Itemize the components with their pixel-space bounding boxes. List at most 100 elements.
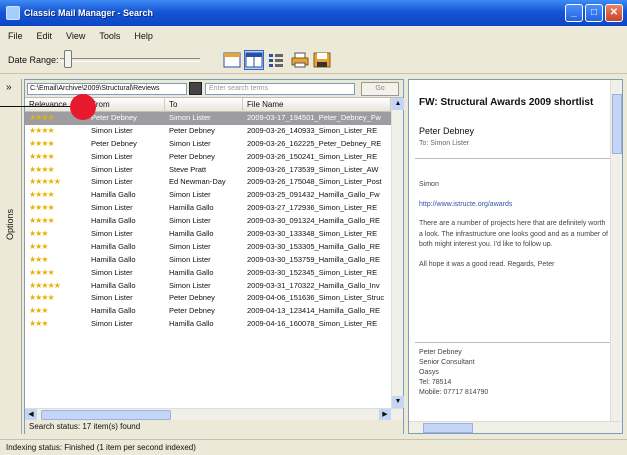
menu-help[interactable]: Help — [134, 31, 153, 41]
file-name-cell: 2009-03-25_091432_Hamilla_Gallo_Fw — [247, 190, 380, 200]
from-cell: Hamilla Gallo — [91, 306, 136, 316]
save-icon[interactable] — [312, 50, 332, 70]
relevance-stars-icon: ★★★★★ — [29, 280, 61, 290]
col-from[interactable]: From — [87, 98, 165, 112]
col-file-name[interactable]: File Name — [243, 98, 391, 112]
table-row[interactable]: ★★★★★ Simon Lister Ed Newman-Day 2009-03-26… — [25, 176, 391, 189]
from-cell: Simon Lister — [91, 229, 133, 239]
relevance-stars-icon: ★★★★★ — [29, 293, 55, 303]
relevance-stars-icon: ★★★★★ — [29, 203, 55, 213]
table-row[interactable]: ★★★★★ Hamilla Gallo Simon Lister 2009-03-31… — [25, 280, 391, 293]
menu-view[interactable]: View — [66, 31, 85, 41]
to-cell: Peter Debney — [169, 125, 215, 135]
table-row[interactable]: ★★★★★ Hamilla Gallo Simon Lister 2009-03-30… — [25, 241, 391, 254]
options-sidebar[interactable]: » Options — [0, 79, 22, 434]
print-icon[interactable] — [290, 50, 310, 70]
table-row[interactable]: ★★★★★ Simon Lister Peter Debney 2009-04-06_… — [25, 292, 391, 305]
table-row[interactable]: ★★★★★ Hamilla Gallo Simon Lister 2009-03-25… — [25, 189, 391, 202]
columns-icon[interactable] — [266, 50, 286, 70]
preview-from: Peter Debney — [419, 126, 475, 136]
table-row[interactable]: ★★★★★ Simon Lister Steve Pratt 2009-03-26_1… — [25, 164, 391, 177]
col-to[interactable]: To — [165, 98, 243, 112]
table-row[interactable]: ★★★★★ Simon Lister Hamilla Gallo 2009-03-30… — [25, 228, 391, 241]
to-cell: Hamilla Gallo — [169, 203, 214, 213]
layout-two-icon[interactable] — [244, 50, 264, 70]
file-name-cell: 2009-03-17_194501_Peter_Debney_Fw — [247, 113, 381, 122]
title-bar: Classic Mail Manager - Search _ □ ✕ — [0, 0, 627, 26]
horizontal-scroll-thumb[interactable] — [41, 410, 171, 420]
menu-tools[interactable]: Tools — [99, 31, 120, 41]
file-name-cell: 2009-04-13_123414_Hamilla_Gallo_RE — [247, 306, 381, 316]
to-cell: Simon Lister — [169, 280, 211, 290]
table-row[interactable]: ★★★★★ Hamilla Gallo Simon Lister 2009-03-30… — [25, 254, 391, 267]
expand-chevron-icon[interactable]: » — [6, 82, 12, 93]
table-row[interactable]: ★★★★★ Simon Lister Hamilla Gallo 2009-03-30… — [25, 267, 391, 280]
body-signoff: All hope it was a good read. Regards, Pe… — [419, 260, 555, 268]
to-cell: Hamilla Gallo — [169, 229, 214, 239]
scroll-down-icon[interactable]: ▼ — [392, 396, 404, 408]
to-cell: Simon Lister — [169, 138, 211, 148]
relevance-stars-icon: ★★★★★ — [29, 319, 49, 329]
file-name-cell: 2009-03-30_091324_Hamilla_Gallo_RE — [247, 216, 381, 226]
table-row[interactable]: ★★★★★ Simon Lister Peter Debney 2009-03-26_… — [25, 151, 391, 164]
menu-file[interactable]: File — [8, 31, 23, 41]
table-row[interactable]: ★★★★★ Simon Lister Hamilla Gallo 2009-03-27… — [25, 202, 391, 215]
body-greeting: Simon — [419, 181, 439, 188]
file-name-cell: 2009-03-26_162225_Peter_Debney_RE — [247, 138, 382, 148]
menu-edit[interactable]: Edit — [37, 31, 53, 41]
table-row[interactable]: ★★★★★ Simon Lister Hamilla Gallo 2009-04-16… — [25, 318, 391, 331]
table-row[interactable]: ★★★★★ Hamilla Gallo Peter Debney 2009-04-13… — [25, 305, 391, 318]
to-cell: Steve Pratt — [169, 164, 207, 174]
options-tab-label[interactable]: Options — [5, 209, 15, 240]
preview-hscroll-thumb[interactable] — [423, 423, 473, 433]
to-cell: Peter Debney — [169, 306, 215, 316]
maximize-button[interactable]: □ — [585, 4, 603, 22]
layout-one-icon[interactable] — [222, 50, 242, 70]
from-cell: Hamilla Gallo — [91, 254, 136, 264]
search-input[interactable]: Enter search terms — [205, 83, 355, 95]
file-name-cell: 2009-03-26_175048_Simon_Lister_Post — [247, 177, 382, 187]
file-name-cell: 2009-03-26_173539_Simon_Lister_AW — [247, 164, 379, 174]
sig-line: Mobile: 07717 814790 — [419, 389, 489, 396]
minimize-button[interactable]: _ — [565, 4, 583, 22]
relevance-stars-icon: ★★★★★ — [29, 267, 55, 277]
results-list: ★★★★★ Peter Debney Simon Lister 2009-03-17_… — [25, 112, 391, 331]
annotation-marker-dot — [70, 94, 96, 120]
table-row[interactable]: ★★★★★ Peter Debney Simon Lister 2009-03-26_… — [25, 138, 391, 151]
browse-folder-icon[interactable] — [189, 82, 202, 95]
results-horizontal-scrollbar[interactable]: ◀ ▶ — [25, 408, 403, 421]
preview-horizontal-scrollbar[interactable] — [409, 421, 622, 433]
date-range-slider[interactable] — [60, 58, 200, 62]
body-link[interactable]: http://www.istructe.org/awards — [419, 200, 609, 211]
from-cell: Hamilla Gallo — [91, 216, 136, 226]
from-cell: Simon Lister — [91, 293, 133, 303]
to-cell: Hamilla Gallo — [169, 267, 214, 277]
close-button[interactable]: ✕ — [605, 4, 623, 22]
to-cell: Peter Debney — [169, 151, 215, 161]
from-cell: Hamilla Gallo — [91, 190, 136, 200]
from-cell: Peter Debney — [91, 138, 137, 148]
preview-to: To: Simon Lister — [419, 140, 470, 147]
from-cell: Simon Lister — [91, 125, 133, 135]
folder-path-field[interactable]: C:\Email\Archive\2009\Structural\Reviews — [27, 83, 187, 95]
to-cell: Simon Lister — [169, 190, 211, 200]
from-cell: Simon Lister — [91, 164, 133, 174]
to-cell: Simon Lister — [169, 113, 211, 122]
search-status: Search status: 17 item(s) found — [25, 420, 403, 434]
preview-vertical-scrollbar[interactable] — [610, 80, 622, 423]
scroll-up-icon[interactable]: ▲ — [392, 98, 404, 110]
preview-signature: Peter Debney Senior Consultant Oasys Tel… — [419, 348, 609, 398]
table-row[interactable]: ★★★★★ Hamilla Gallo Simon Lister 2009-03-30… — [25, 215, 391, 228]
from-cell: Hamilla Gallo — [91, 241, 136, 251]
signature-divider — [415, 342, 610, 343]
to-cell: Simon Lister — [169, 254, 211, 264]
sig-line: Senior Consultant — [419, 359, 475, 366]
file-name-cell: 2009-03-27_172936_Simon_Lister_RE — [247, 203, 378, 213]
preview-scroll-thumb[interactable] — [612, 94, 622, 154]
table-row[interactable]: ★★★★★ Simon Lister Peter Debney 2009-03-26_… — [25, 125, 391, 138]
date-range-slider-thumb[interactable] — [64, 50, 72, 68]
to-cell: Hamilla Gallo — [169, 319, 214, 329]
go-button[interactable]: Go — [361, 82, 399, 96]
sig-line: Oasys — [419, 369, 439, 376]
results-vertical-scrollbar[interactable]: ▲ ▼ — [391, 98, 404, 408]
